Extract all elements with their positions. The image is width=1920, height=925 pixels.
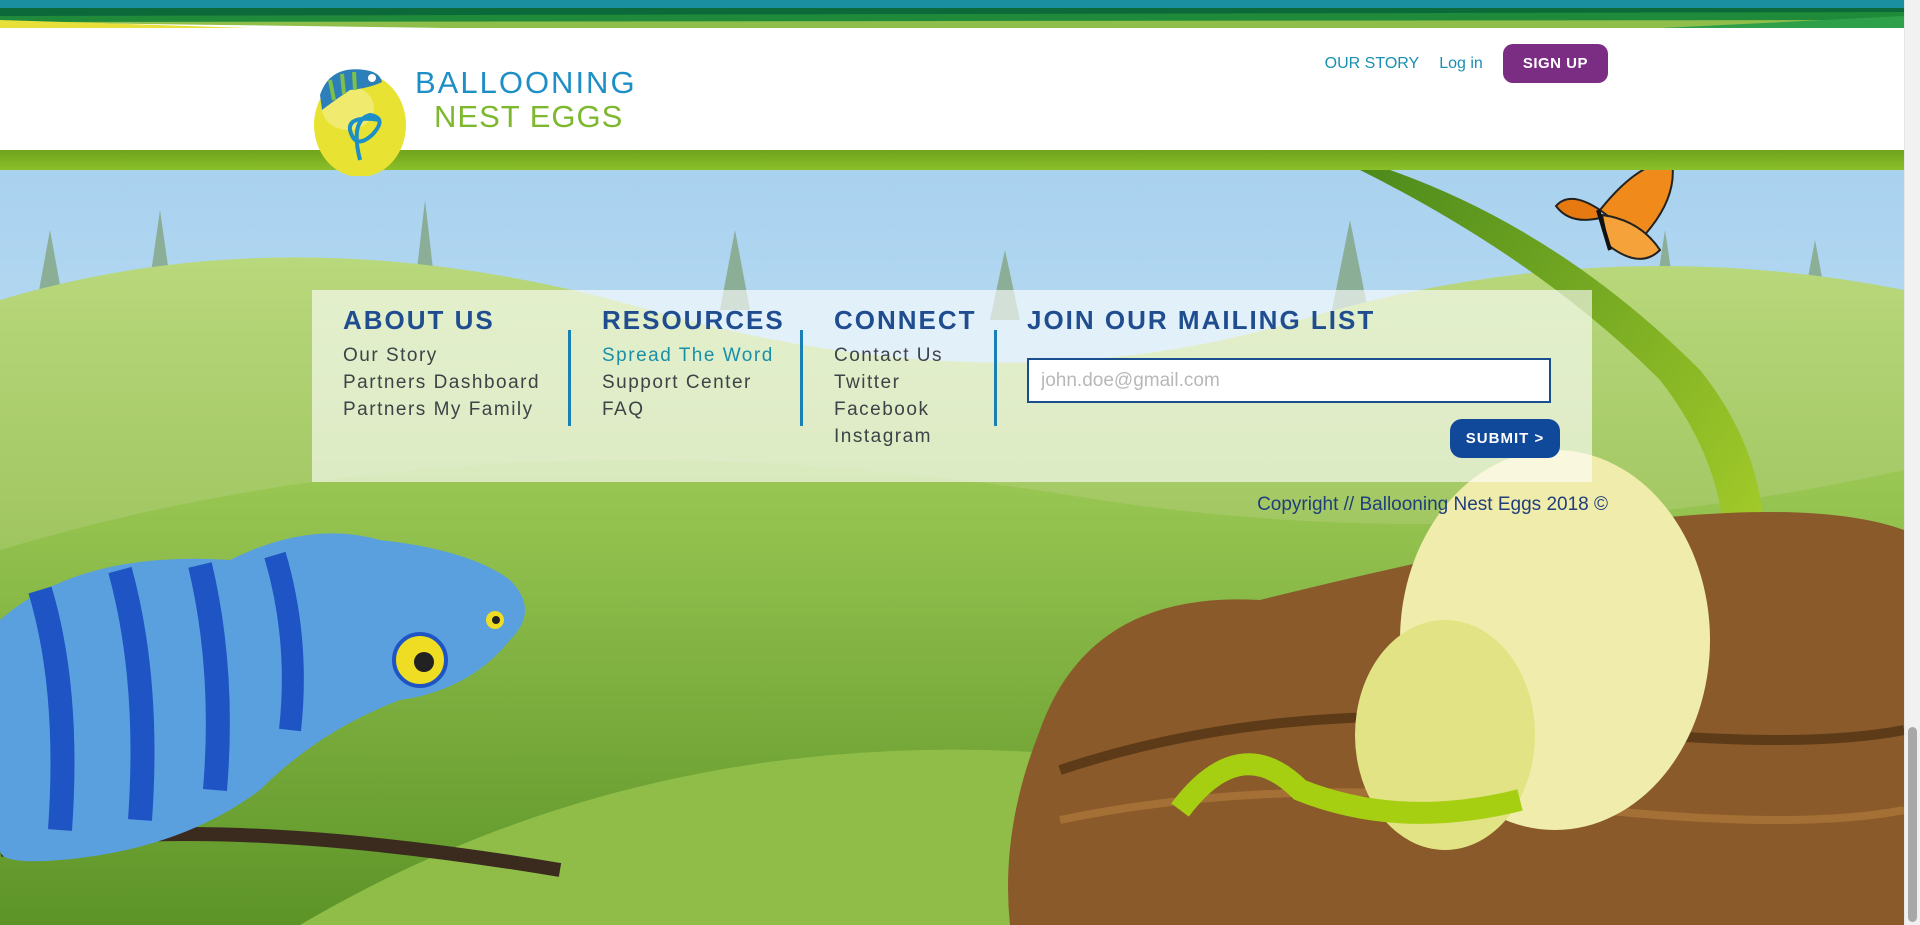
footer-link-spread-the-word[interactable]: Spread The Word	[602, 342, 785, 369]
logo-line-1: BALLOONING	[415, 65, 637, 100]
footer-divider	[800, 330, 803, 426]
nav-our-story-link[interactable]: OUR STORY	[1325, 55, 1420, 73]
footer-col-connect: CONNECT Contact Us Twitter Facebook Inst…	[834, 305, 977, 450]
site-header	[0, 28, 1904, 150]
footer-link-our-story[interactable]: Our Story	[343, 342, 540, 369]
footer-divider	[994, 330, 997, 426]
footer-heading-connect: CONNECT	[834, 305, 977, 335]
submit-button[interactable]: SUBMIT >	[1450, 419, 1560, 458]
logo-wordmark: BALLOONING NEST EGGS	[415, 65, 637, 133]
page-scrollbar[interactable]	[1904, 0, 1920, 925]
signup-button[interactable]: SIGN UP	[1502, 44, 1608, 83]
site-logo[interactable]: BALLOONING NEST EGGS	[310, 60, 635, 176]
footer-col-about: ABOUT US Our Story Partners Dashboard Pa…	[343, 305, 540, 423]
scenic-background	[0, 170, 1904, 925]
footer-link-contact-us[interactable]: Contact Us	[834, 342, 977, 369]
email-input[interactable]	[1027, 358, 1551, 403]
scrollbar-thumb[interactable]	[1908, 727, 1917, 922]
logo-line-2: NEST EGGS	[434, 99, 624, 134]
mailing-heading-wrap: JOIN OUR MAILING LIST	[1027, 305, 1375, 342]
footer-heading-resources: RESOURCES	[602, 305, 785, 335]
nav-login-link[interactable]: Log in	[1439, 55, 1483, 73]
footer-link-twitter[interactable]: Twitter	[834, 369, 977, 396]
footer-link-partners-dashboard[interactable]: Partners Dashboard	[343, 369, 540, 396]
footer-divider	[568, 330, 571, 426]
footer-link-support-center[interactable]: Support Center	[602, 369, 785, 396]
footer-link-partners-my-family[interactable]: Partners My Family	[343, 396, 540, 423]
footer-col-resources: RESOURCES Spread The Word Support Center…	[602, 305, 785, 423]
mailing-list-heading: JOIN OUR MAILING LIST	[1027, 305, 1376, 335]
chameleon-logo-icon	[314, 69, 406, 176]
footer-link-faq[interactable]: FAQ	[602, 396, 785, 423]
footer-link-instagram[interactable]: Instagram	[834, 423, 977, 450]
top-nav: OUR STORY Log in SIGN UP	[1325, 44, 1608, 83]
footer-link-facebook[interactable]: Facebook	[834, 396, 977, 423]
copyright-text: Copyright // Ballooning Nest Eggs 2018 ©	[1257, 494, 1608, 515]
footer-heading-about: ABOUT US	[343, 305, 495, 335]
footer-panel: ABOUT US Our Story Partners Dashboard Pa…	[312, 290, 1592, 482]
header-green-band	[0, 150, 1904, 170]
